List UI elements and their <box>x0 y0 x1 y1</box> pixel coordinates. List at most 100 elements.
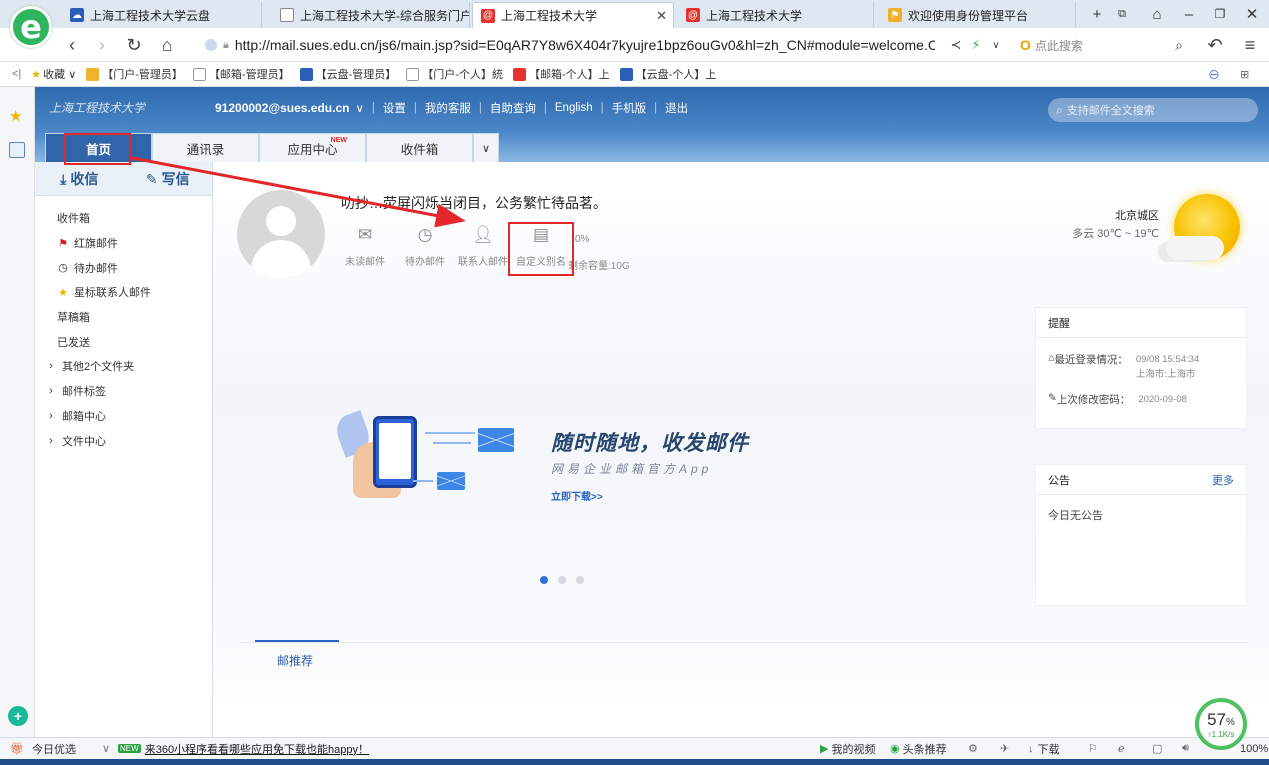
app-banner[interactable]: 随时随地，收发邮件 网易企业邮箱官方App 立即下载>> <box>332 402 753 532</box>
folder-tags[interactable]: › 邮件标签 <box>35 379 212 404</box>
folder-red-flag[interactable]: ⚑ 红旗邮件 <box>35 231 212 256</box>
last-login-place: 上海市:上海市 <box>1135 369 1196 380</box>
favorites-menu[interactable]: ★ 收藏 ∨ <box>31 66 76 82</box>
star-icon: ★ <box>31 68 42 81</box>
tab-inbox[interactable]: 收件箱 <box>366 133 473 162</box>
bookmark-cloud-admin[interactable]: 【云盘-管理员】 <box>299 66 396 82</box>
tab-service-portal[interactable]: 上海工程技术大学-综合服务门户 <box>272 2 470 28</box>
download-app-link[interactable]: 立即下载>> <box>551 488 603 503</box>
menu-icon[interactable]: ≡ <box>1238 33 1262 57</box>
favorites-star-icon[interactable]: ★ <box>9 107 22 125</box>
tab-count-icon[interactable]: ⧉ <box>1110 3 1134 25</box>
zoom-level[interactable]: 100% <box>1240 743 1268 755</box>
browser-logo-icon[interactable]: e <box>10 6 52 48</box>
nav-self-query[interactable]: 自助查询 <box>490 100 536 116</box>
folder-other[interactable]: › 其他2个文件夹 <box>35 354 212 379</box>
volume-icon[interactable]: 🔊︎ <box>1182 742 1189 755</box>
notice-card: 公告 更多 今日无公告 <box>1035 464 1247 606</box>
notice-more-link[interactable]: 更多 <box>1212 472 1234 488</box>
chevron-down-icon[interactable]: ∨ <box>102 742 110 755</box>
video-label: 我的视频 <box>831 743 876 756</box>
nav-mobile[interactable]: 手机版 <box>612 100 647 116</box>
translate-icon[interactable]: ⊖ <box>1208 66 1220 83</box>
window-icon[interactable]: ▢ <box>1152 742 1162 755</box>
tab-cloud-disk[interactable]: ☁ 上海工程技术大学云盘 <box>62 2 262 28</box>
url-input[interactable] <box>234 37 935 53</box>
headline-news[interactable]: ◉ 头条推荐 <box>890 741 947 757</box>
new-tab-icon[interactable]: + <box>1085 3 1109 25</box>
ie-icon[interactable]: ℯ <box>1118 742 1125 755</box>
stat-label: 待办邮件 <box>405 257 445 268</box>
carousel-dot-1[interactable] <box>540 576 548 584</box>
tab-mail[interactable]: @ 上海工程技术大学 <box>678 2 874 28</box>
bookmark-mail-personal[interactable]: 【邮箱-个人】上 <box>512 66 610 82</box>
tab-mail-active[interactable]: @ 上海工程技术大学 ✕ <box>472 2 674 28</box>
folder-drafts[interactable]: 草稿箱 <box>35 305 212 330</box>
back-icon[interactable]: ‹ <box>60 33 84 57</box>
stat-contact-mail[interactable]: 👤︎ 联系人邮件 <box>455 224 511 268</box>
undo-icon[interactable]: ↶ <box>1203 33 1227 57</box>
nav-service[interactable]: 我的客服 <box>425 100 471 116</box>
tab-label: 收件箱 <box>400 142 439 157</box>
add-panel-icon[interactable]: + <box>8 706 28 726</box>
chevron-down-icon[interactable]: ∨ <box>355 101 363 115</box>
close-icon[interactable]: ✕ <box>656 8 667 24</box>
folder-sent[interactable]: 已发送 <box>35 329 212 354</box>
flag-icon[interactable]: ⚐ <box>1088 742 1098 755</box>
folder-todo[interactable]: ◷ 待办邮件 <box>35 255 212 280</box>
avatar[interactable] <box>237 190 325 278</box>
today-picks[interactable]: 今日优选 <box>32 741 76 757</box>
tab-contacts[interactable]: 通讯录 <box>152 133 259 162</box>
folder-label: 其他2个文件夹 <box>62 361 135 374</box>
bookmark-mail-admin[interactable]: 【邮箱-管理员】 <box>192 66 290 82</box>
sidebar-toggle-icon[interactable]: <| <box>12 68 21 80</box>
mail-search-input[interactable]: ⌕ 支持邮件全文搜索 <box>1048 98 1258 122</box>
nav-settings[interactable]: 设置 <box>383 100 406 116</box>
stat-unread[interactable]: ✉ 未读邮件 <box>337 224 393 268</box>
forward-icon[interactable]: › <box>90 33 114 57</box>
account-email[interactable]: 91200002@sues.edu.cn <box>215 101 349 115</box>
promo-link[interactable]: 来360小程序看看哪些应用免下载也能happy！ <box>145 741 369 757</box>
tab-more-chevron-icon[interactable]: ∨ <box>473 133 499 162</box>
bookmark-portal-admin[interactable]: 【门户-管理员】 <box>86 66 183 82</box>
nav-english[interactable]: English <box>555 102 593 114</box>
capacity-label: 剩余容量:10G <box>568 261 630 272</box>
folder-inbox[interactable]: 收件箱 <box>35 206 212 231</box>
apps-grid-icon[interactable]: ⊞ <box>1240 68 1249 81</box>
browser-tools-icon[interactable]: ⚙ <box>968 742 978 755</box>
bookmark-label: 【门户-个人】統 <box>422 69 503 81</box>
tab-identity[interactable]: ⚑ 欢迎使用身份管理平台 <box>880 2 1076 28</box>
downloads[interactable]: ↓ 下载 <box>1028 741 1060 757</box>
address-bar[interactable]: 🔒︎ <box>205 32 1015 58</box>
nav-logout[interactable]: 退出 <box>665 100 688 116</box>
my-video[interactable]: ▶ 我的视频 <box>820 741 875 757</box>
write-button[interactable]: ✎ 写信 <box>124 162 213 196</box>
refresh-icon[interactable]: ↻ <box>122 33 146 57</box>
search-icon[interactable]: ⌕ <box>1167 33 1191 57</box>
skin-icon[interactable]: ⌂ <box>1145 3 1169 25</box>
bookmark-portal-personal[interactable]: 【门户-个人】統 <box>406 66 503 82</box>
close-window-icon[interactable]: ✕ <box>1240 3 1264 25</box>
carousel-dot-3[interactable] <box>576 576 584 584</box>
home-icon[interactable]: ⌂ <box>155 33 179 57</box>
recommend-tab-underline <box>255 640 339 642</box>
pin-icon[interactable]: ✈ <box>1000 742 1009 755</box>
folder-mail-center[interactable]: › 邮箱中心 <box>35 404 212 429</box>
minimize-icon[interactable]: – <box>1177 3 1201 25</box>
carousel-dot-2[interactable] <box>558 576 566 584</box>
notes-icon[interactable] <box>9 142 25 158</box>
folder-file-center[interactable]: › 文件中心 <box>35 428 212 453</box>
cloud-icon <box>299 67 313 81</box>
bookmark-cloud-personal[interactable]: 【云盘-个人】上 <box>619 66 716 82</box>
tab-title: 上海工程技术大学云盘 <box>90 8 211 23</box>
folder-starred[interactable]: ★ 星标联系人邮件 <box>35 280 212 305</box>
lock-icon: 🔒︎ <box>223 38 229 51</box>
stat-todo[interactable]: ◷ 待办邮件 <box>397 224 453 268</box>
network-speed-widget[interactable]: 57% ↑1.1K/s <box>1195 698 1247 750</box>
weather-widget[interactable]: 北京城区 多云 30℃ ~ 19℃ <box>1059 192 1244 272</box>
tab-app-center[interactable]: 应用中心 NEW <box>259 133 366 162</box>
restore-icon[interactable]: ❐ <box>1208 3 1232 25</box>
receive-button[interactable]: ⤓ 收信 <box>35 162 124 196</box>
recommend-tab[interactable]: 邮推荐 <box>277 652 313 669</box>
chevron-down-icon[interactable]: ∨ <box>984 33 1008 57</box>
